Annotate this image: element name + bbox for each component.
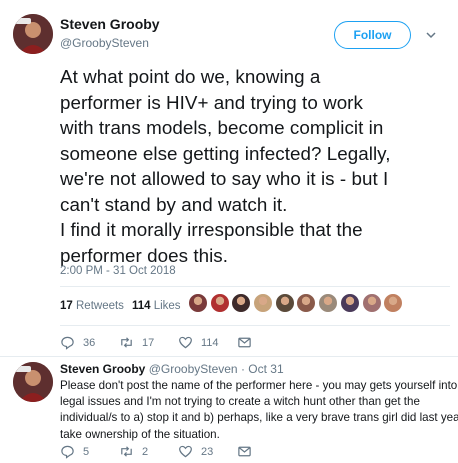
- liker-avatar[interactable]: [361, 293, 382, 313]
- reply-author-handle[interactable]: @GroobySteven: [149, 362, 238, 376]
- like-button[interactable]: 23: [178, 444, 237, 459]
- tweet-line: with trans models, become complicit in: [60, 117, 384, 138]
- divider: [60, 286, 450, 287]
- like-count: 114: [201, 336, 219, 349]
- liker-avatar[interactable]: [231, 293, 252, 313]
- reply-count: 36: [83, 336, 96, 349]
- reply-author-name[interactable]: Steven Grooby: [60, 362, 145, 376]
- reply-actions: 5 2 23: [60, 444, 296, 459]
- chevron-down-icon[interactable]: [424, 28, 438, 42]
- reply-button[interactable]: 5: [60, 444, 119, 459]
- retweets-label: Retweets: [76, 300, 124, 312]
- retweet-count: 2: [142, 445, 149, 458]
- reply-author-avatar[interactable]: [13, 362, 53, 402]
- likes-count: 114: [131, 300, 151, 312]
- reply-line: individual/s to a) stop it and b) perhap…: [60, 411, 458, 425]
- heart-icon: [179, 336, 192, 349]
- retweets-stat[interactable]: 17 Retweets: [60, 300, 124, 312]
- author-handle[interactable]: @GroobySteven: [60, 36, 149, 50]
- divider: [0, 356, 458, 357]
- retweet-count: 17: [142, 336, 155, 349]
- reply-body: Please don't post the name of the perfor…: [60, 378, 458, 443]
- reply-line: legal issues and I'm not trying to creat…: [60, 395, 420, 409]
- tweet-line: someone else getting infected? Legally,: [60, 142, 391, 164]
- envelope-icon: [238, 446, 251, 457]
- reply-line: Please don't post the name of the perfor…: [60, 379, 458, 392]
- reply-button[interactable]: 36: [60, 335, 119, 350]
- liker-avatar[interactable]: [296, 293, 317, 313]
- liker-avatar[interactable]: [339, 293, 360, 313]
- likes-stat[interactable]: 114 Likes: [132, 300, 181, 312]
- tweet-line: I find it morally irresponsible that the: [60, 219, 363, 240]
- reply-icon: [61, 336, 74, 350]
- reply-date[interactable]: · Oct 31: [241, 362, 284, 376]
- tweet-timestamp[interactable]: 2:00 PM - 31 Oct 2018: [60, 265, 176, 277]
- tweet-body: At what point do we, knowing a performer…: [60, 64, 450, 268]
- author-avatar[interactable]: [13, 14, 53, 54]
- author-name[interactable]: Steven Grooby: [60, 16, 160, 32]
- reply-icon: [61, 445, 74, 459]
- liker-avatar[interactable]: [253, 293, 274, 313]
- liker-avatar[interactable]: [318, 293, 339, 313]
- retweet-icon: [121, 446, 132, 457]
- envelope-icon: [238, 337, 251, 348]
- retweet-icon: [121, 337, 132, 348]
- liker-avatar[interactable]: [209, 293, 230, 313]
- message-button[interactable]: [237, 444, 296, 459]
- message-button[interactable]: [237, 335, 296, 350]
- tweet-actions: 36 17 114: [60, 335, 296, 350]
- reply-line: take ownership of the situation.: [60, 427, 220, 441]
- likes-label: Likes: [153, 300, 181, 312]
- tweet-line: we're not allowed to say who it is - but…: [60, 168, 389, 189]
- like-count: 23: [201, 445, 214, 458]
- follow-button[interactable]: Follow: [334, 21, 411, 49]
- tweet-line: can't stand by and watch it.: [60, 193, 288, 215]
- retweet-button[interactable]: 17: [119, 335, 178, 350]
- tweet-line: performer is HIV+ and trying to work: [60, 91, 363, 113]
- reply-count: 5: [83, 445, 90, 458]
- heart-icon: [179, 445, 192, 458]
- like-button[interactable]: 114: [178, 335, 237, 350]
- retweets-count: 17: [60, 300, 73, 312]
- divider: [60, 325, 450, 326]
- engagement-stats: 17 Retweets 114 Likes: [60, 300, 181, 312]
- liker-avatar[interactable]: [274, 293, 295, 313]
- liker-avatar[interactable]: [383, 293, 404, 313]
- retweet-button[interactable]: 2: [119, 444, 178, 459]
- liker-avatar[interactable]: [188, 293, 208, 313]
- tweet-line: At what point do we, knowing a: [60, 66, 321, 87]
- liker-avatars: [188, 293, 405, 313]
- reply-header: Steven Grooby @GroobySteven · Oct 31: [60, 362, 284, 376]
